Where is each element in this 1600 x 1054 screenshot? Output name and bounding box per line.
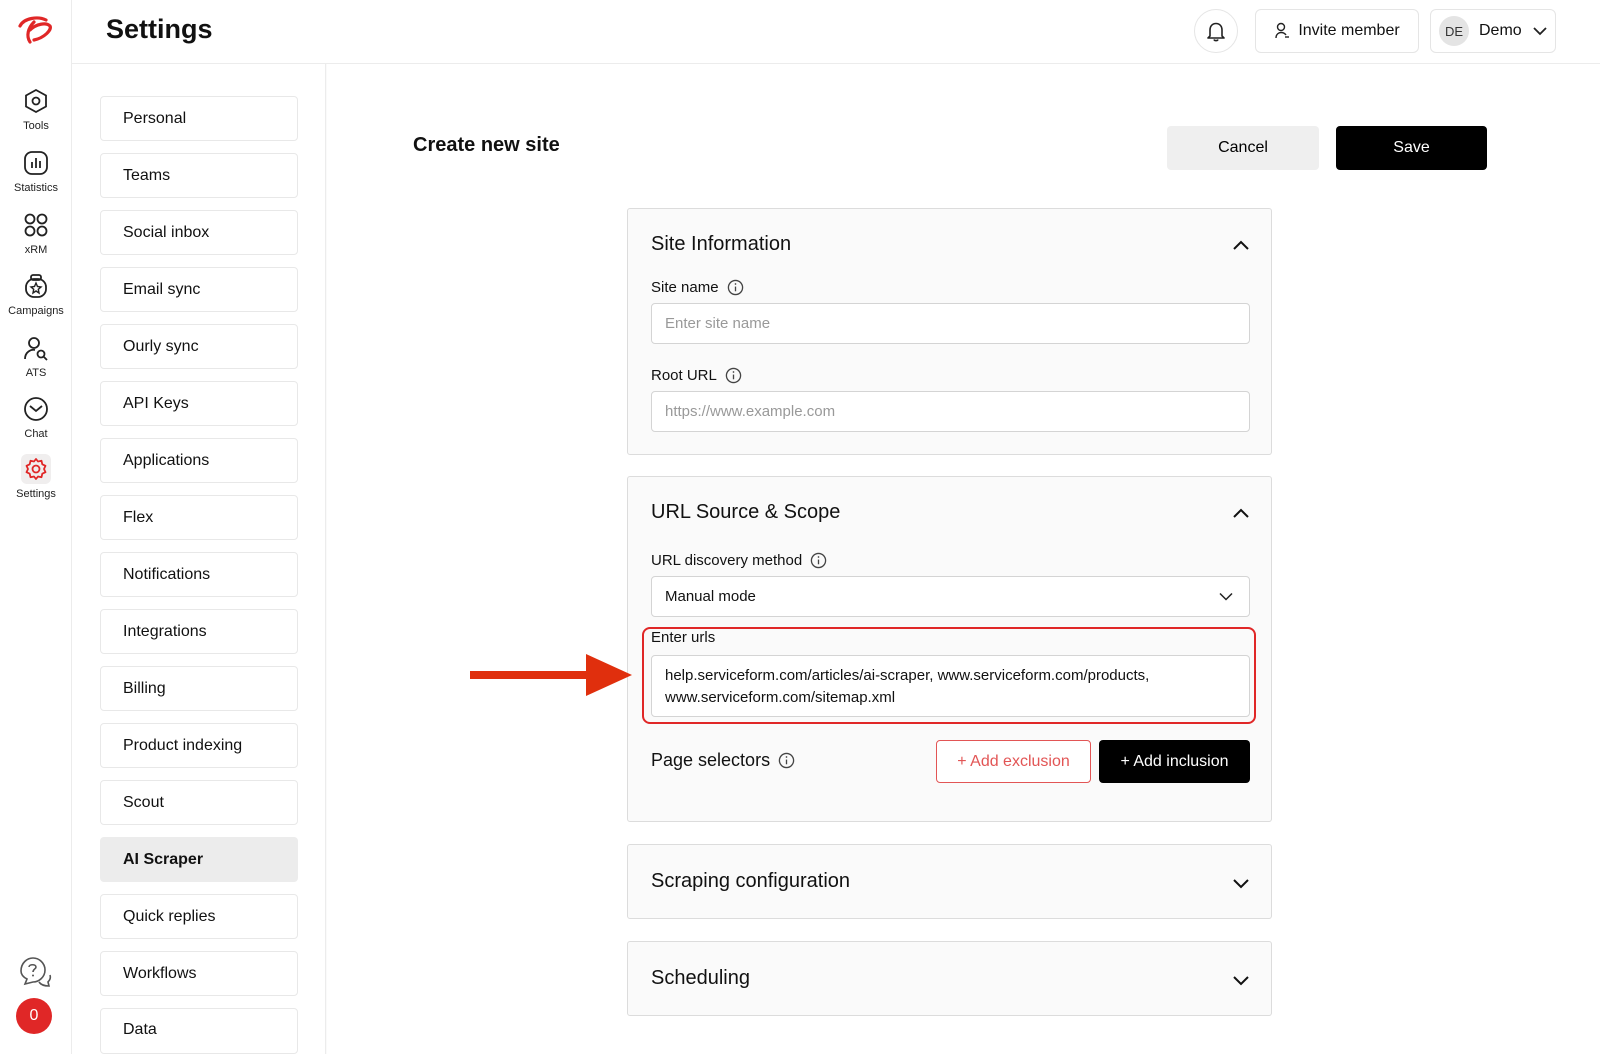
discovery-method-label: URL discovery method (651, 552, 827, 569)
menu-item-ourly-sync[interactable]: Ourly sync (100, 324, 298, 369)
campaign-icon (21, 271, 51, 301)
rail-label-chat: Chat (24, 428, 48, 440)
rail-item-campaigns[interactable]: Campaigns (0, 271, 72, 317)
account-menu[interactable]: DE Demo (1430, 9, 1556, 53)
rail-label-statistics: Statistics (13, 182, 58, 194)
menu-item-teams[interactable]: Teams (100, 153, 298, 198)
form-title: Create new site (413, 134, 560, 156)
chevron-down-icon[interactable] (1231, 970, 1251, 990)
avatar: DE (1439, 16, 1469, 46)
urls-textarea[interactable]: help.serviceform.com/articles/ai-scraper… (651, 655, 1250, 717)
menu-item-quick-replies[interactable]: Quick replies (100, 894, 298, 939)
top-header: Settings Invite member DE Demo (72, 0, 1600, 64)
rail-item-ats[interactable]: ATS (0, 333, 72, 379)
chat-icon (21, 394, 51, 424)
urls-line-1: help.serviceform.com/articles/ai-scraper… (665, 667, 1150, 684)
menu-item-social-inbox[interactable]: Social inbox (100, 210, 298, 255)
help-chat-icon[interactable] (17, 955, 53, 991)
add-exclusion-button[interactable]: + Add exclusion (936, 740, 1091, 783)
menu-item-flex[interactable]: Flex (100, 495, 298, 540)
scraping-configuration-title: Scraping configuration (651, 870, 851, 892)
hexagon-gear-icon (21, 86, 51, 116)
chevron-down-icon (1533, 27, 1547, 36)
rail-label-ats: ATS (25, 367, 47, 379)
discovery-method-select[interactable]: Manual mode (651, 576, 1250, 617)
root-url-label-text: Root URL (651, 367, 717, 384)
info-icon[interactable] (810, 552, 827, 569)
discovery-method-label-text: URL discovery method (651, 552, 803, 569)
url-source-title: URL Source & Scope (651, 501, 841, 523)
scheduling-card[interactable]: Scheduling (627, 941, 1272, 1016)
rail-item-chat[interactable]: Chat (0, 394, 72, 440)
site-information-title: Site Information (651, 233, 792, 255)
chevron-down-icon[interactable] (1231, 873, 1251, 893)
rail-label-xrm: xRM (24, 244, 48, 256)
url-source-card: URL Source & Scope URL discovery method … (627, 476, 1272, 822)
brand-logo-icon[interactable] (14, 12, 56, 48)
site-name-label: Site name (651, 279, 744, 296)
info-icon[interactable] (778, 752, 795, 769)
menu-item-personal[interactable]: Personal (100, 96, 298, 141)
settings-menu: Personal Teams Social inbox Email sync O… (72, 64, 326, 1054)
user-plus-icon (1275, 22, 1290, 39)
rail-item-xrm[interactable]: xRM (0, 210, 72, 256)
urls-line-2: www.serviceform.com/sitemap.xml (665, 689, 896, 706)
enter-urls-label: Enter urls (651, 629, 715, 646)
root-url-input[interactable]: https://www.example.com (651, 391, 1250, 432)
notifications-button[interactable] (1194, 9, 1238, 53)
page-selectors-label-text: Page selectors (651, 750, 771, 770)
chevron-up-icon[interactable] (1231, 235, 1251, 255)
menu-item-ai-scraper[interactable]: AI Scraper (100, 837, 298, 882)
invite-member-label: Invite member (1298, 22, 1400, 39)
annotation-arrow-icon (470, 654, 632, 696)
menu-item-billing[interactable]: Billing (100, 666, 298, 711)
rail-label-settings: Settings (16, 488, 56, 500)
enter-urls-label-text: Enter urls (651, 629, 716, 646)
scraping-configuration-card[interactable]: Scraping configuration (627, 844, 1272, 919)
root-url-label: Root URL (651, 367, 742, 384)
menu-item-api-keys[interactable]: API Keys (100, 381, 298, 426)
grid-icon (21, 210, 51, 240)
scheduling-title: Scheduling (651, 967, 750, 989)
rail-item-settings[interactable]: Settings (0, 454, 72, 500)
site-information-card: Site Information Site name Enter site na… (627, 208, 1272, 455)
menu-item-applications[interactable]: Applications (100, 438, 298, 483)
site-name-input[interactable]: Enter site name (651, 303, 1250, 344)
info-icon[interactable] (727, 279, 744, 296)
rail-label-tools: Tools (23, 120, 49, 132)
menu-item-scout[interactable]: Scout (100, 780, 298, 825)
account-name: Demo (1479, 22, 1522, 39)
chart-icon (21, 148, 51, 178)
rail-item-statistics[interactable]: Statistics (0, 148, 72, 194)
site-name-label-text: Site name (651, 279, 719, 296)
menu-item-integrations[interactable]: Integrations (100, 609, 298, 654)
gear-icon (21, 454, 51, 484)
invite-member-button[interactable]: Invite member (1255, 9, 1419, 53)
page-title: Settings (106, 14, 213, 44)
rail-item-tools[interactable]: Tools (0, 86, 72, 132)
cancel-button[interactable]: Cancel (1167, 126, 1319, 170)
menu-item-email-sync[interactable]: Email sync (100, 267, 298, 312)
add-inclusion-button[interactable]: + Add inclusion (1099, 740, 1250, 783)
icon-rail: Tools Statistics xRM Campaigns ATS Chat (0, 0, 72, 1054)
rail-label-campaigns: Campaigns (8, 305, 64, 317)
main-content: Create new site Cancel Save Site Informa… (327, 64, 1600, 1054)
menu-item-data[interactable]: Data (100, 1008, 298, 1054)
user-search-icon (21, 333, 51, 363)
menu-item-workflows[interactable]: Workflows (100, 951, 298, 996)
save-button[interactable]: Save (1336, 126, 1487, 170)
info-icon[interactable] (725, 367, 742, 384)
page-selectors-label: Page selectors (651, 750, 795, 771)
discovery-method-value: Manual mode (665, 588, 756, 605)
bell-icon (1207, 22, 1225, 42)
chevron-up-icon[interactable] (1231, 503, 1251, 523)
menu-item-product-indexing[interactable]: Product indexing (100, 723, 298, 768)
menu-item-notifications[interactable]: Notifications (100, 552, 298, 597)
chevron-down-icon (1219, 592, 1233, 601)
notification-count-badge[interactable]: 0 (16, 998, 52, 1034)
